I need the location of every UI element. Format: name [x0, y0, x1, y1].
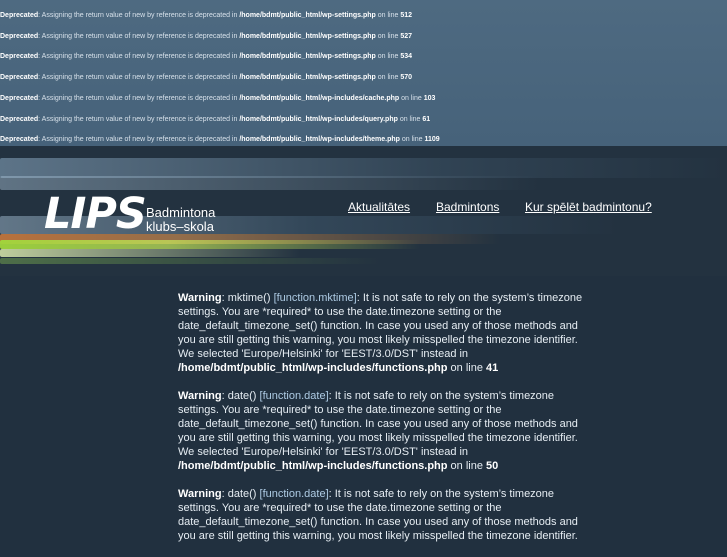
header-streak — [0, 249, 300, 257]
warning-function: date() — [227, 488, 257, 500]
logo[interactable]: LIPS — [44, 190, 147, 238]
nav-link-kur-spelet[interactable]: Kur spēlēt badmintonu? — [525, 200, 652, 214]
warning-label: Warning — [178, 390, 222, 402]
notice-path: /home/bdmt/public_html/wp-settings.php — [239, 33, 376, 40]
deprecated-notice: Deprecated: Assigning the return value o… — [0, 10, 412, 22]
notice-line-text: on line — [397, 116, 423, 123]
function-doc-link[interactable]: [function.date] — [260, 488, 329, 500]
deprecated-notice: Deprecated: Assigning the return value o… — [0, 31, 412, 43]
notice-message: : Assigning the return value of new by r… — [38, 95, 240, 102]
notice-line-text: on line — [375, 12, 401, 19]
notice-line: 527 — [400, 33, 413, 40]
warning-list: Warning: mktime() [function.mktime]: It … — [178, 291, 588, 557]
php-warning: Warning: mktime() [function.mktime]: It … — [178, 292, 583, 374]
notice-message: : Assigning the return value of new by r… — [38, 53, 240, 60]
notice-label: Deprecated — [0, 136, 39, 143]
notice-message: : Assigning the return value of new by r… — [38, 116, 240, 123]
notice-path: /home/bdmt/public_html/wp-includes/theme… — [239, 136, 400, 143]
notice-line-text: on line — [399, 136, 425, 143]
deprecated-notice: Deprecated: Assigning the return value o… — [0, 134, 440, 146]
notice-path: /home/bdmt/public_html/wp-includes/query… — [239, 116, 398, 123]
header-streak — [0, 240, 420, 249]
warning-label: Warning — [178, 488, 222, 500]
php-warning: Warning: date() [function.date]: It is n… — [178, 488, 578, 542]
header-streak — [0, 176, 540, 190]
warning-path: /home/bdmt/public_html/wp-includes/funct… — [178, 460, 448, 472]
deprecated-notice: Deprecated: Assigning the return value o… — [0, 72, 412, 84]
notice-message: : Assigning the return value of new by r… — [38, 74, 240, 81]
deprecated-notice: Deprecated: Assigning the return value o… — [0, 114, 430, 126]
function-doc-link[interactable]: [function.date] — [260, 390, 329, 402]
notice-label: Deprecated — [0, 33, 39, 40]
warning-path: /home/bdmt/public_html/wp-includes/funct… — [178, 362, 448, 374]
notice-path: /home/bdmt/public_html/wp-includes/cache… — [239, 95, 400, 102]
notice-label: Deprecated — [0, 116, 39, 123]
notice-line: 534 — [400, 53, 413, 60]
notice-line: 103 — [423, 95, 436, 102]
notice-line-text: on line — [399, 95, 424, 102]
notice-message: : Assigning the return value of new by r… — [38, 12, 240, 19]
notice-line-text: on line — [375, 53, 401, 60]
notice-line: 1109 — [424, 136, 440, 143]
function-doc-link[interactable]: [function.mktime] — [274, 292, 357, 304]
notice-line: 61 — [422, 116, 431, 123]
deprecated-notice-area: Deprecated: Assigning the return value o… — [0, 0, 727, 146]
notice-path: /home/bdmt/public_html/wp-settings.php — [239, 12, 376, 19]
warning-line: 50 — [486, 460, 499, 472]
warning-function: date() — [227, 390, 257, 402]
nav-link-aktualitates[interactable]: Aktualitātes — [348, 200, 410, 214]
logo-subtitle-line2: klubs–skola — [146, 219, 214, 234]
warning-function: mktime() — [227, 292, 271, 304]
notice-path: /home/bdmt/public_html/wp-settings.php — [239, 53, 376, 60]
warning-line: 41 — [486, 362, 499, 374]
warning-line-text: on line — [447, 460, 487, 472]
notice-line-text: on line — [375, 74, 401, 81]
notice-label: Deprecated — [0, 95, 39, 102]
notice-label: Deprecated — [0, 12, 39, 19]
header-streak — [0, 158, 727, 178]
site-header: LIPS Badmintona klubs–skola Aktualitātes… — [0, 146, 727, 276]
notice-path: /home/bdmt/public_html/wp-settings.php — [239, 74, 376, 81]
notice-message: : Assigning the return value of new by r… — [38, 33, 240, 40]
notice-label: Deprecated — [0, 74, 39, 81]
notice-line: 512 — [400, 12, 413, 19]
notice-line-text: on line — [375, 33, 401, 40]
header-streak — [0, 258, 380, 264]
deprecated-notice: Deprecated: Assigning the return value o… — [0, 93, 435, 105]
notice-line: 570 — [400, 74, 413, 81]
php-warning: Warning: date() [function.date]: It is n… — [178, 390, 578, 472]
warning-label: Warning — [178, 292, 222, 304]
warning-line-text: on line — [447, 362, 487, 374]
deprecated-notice: Deprecated: Assigning the return value o… — [0, 51, 412, 63]
nav-link-badmintons[interactable]: Badmintons — [436, 200, 499, 214]
notice-label: Deprecated — [0, 53, 39, 60]
notice-message: : Assigning the return value of new by r… — [38, 136, 240, 143]
